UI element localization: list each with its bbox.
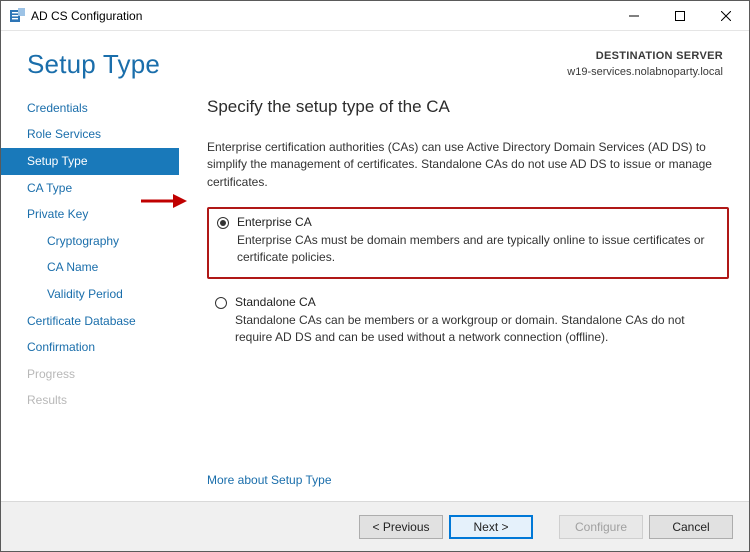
close-button[interactable] (703, 1, 749, 31)
option-label[interactable]: Standalone CA (235, 295, 316, 309)
nav-item-progress: Progress (1, 361, 179, 388)
footer: < Previous Next > Configure Cancel (1, 501, 749, 551)
nav-item-ca-type[interactable]: CA Type (1, 175, 179, 202)
cancel-button[interactable]: Cancel (649, 515, 733, 539)
radio-enterprise-ca[interactable] (217, 217, 229, 229)
destination-server: w19-services.nolabnoparty.local (567, 65, 723, 81)
header: Setup Type DESTINATION SERVER w19-servic… (1, 31, 749, 89)
wizard-window: AD CS Configuration Setup Type DESTINATI… (0, 0, 750, 552)
body: CredentialsRole ServicesSetup TypeCA Typ… (1, 89, 749, 501)
nav-item-setup-type[interactable]: Setup Type (1, 148, 179, 175)
maximize-button[interactable] (657, 1, 703, 31)
nav-item-role-services[interactable]: Role Services (1, 121, 179, 148)
configure-button: Configure (559, 515, 643, 539)
radio-standalone-ca[interactable] (215, 297, 227, 309)
app-icon (9, 8, 25, 24)
option-description: Standalone CAs can be members or a workg… (235, 312, 721, 347)
more-about-link[interactable]: More about Setup Type (207, 473, 332, 487)
option-enterprise-ca: Enterprise CA Enterprise CAs must be doma… (207, 207, 729, 279)
previous-button[interactable]: < Previous (359, 515, 443, 539)
titlebar: AD CS Configuration (1, 1, 749, 31)
nav-item-cryptography[interactable]: Cryptography (1, 228, 179, 255)
content-heading: Specify the setup type of the CA (207, 97, 729, 117)
nav-item-results: Results (1, 387, 179, 414)
window-buttons (611, 1, 749, 31)
content-description: Enterprise certification authorities (CA… (207, 139, 729, 191)
nav-item-private-key[interactable]: Private Key (1, 201, 179, 228)
nav-item-certificate-database[interactable]: Certificate Database (1, 308, 179, 335)
option-standalone-ca: Standalone CA Standalone CAs can be membe… (207, 289, 729, 357)
option-description: Enterprise CAs must be domain members an… (237, 232, 719, 267)
sidebar: CredentialsRole ServicesSetup TypeCA Typ… (1, 89, 179, 501)
destination-label: DESTINATION SERVER (567, 49, 723, 65)
page-title: Setup Type (27, 49, 567, 80)
next-button[interactable]: Next > (449, 515, 533, 539)
nav-item-ca-name[interactable]: CA Name (1, 254, 179, 281)
option-label[interactable]: Enterprise CA (237, 215, 312, 229)
nav-item-confirmation[interactable]: Confirmation (1, 334, 179, 361)
content: Specify the setup type of the CA Enterpr… (179, 89, 749, 501)
nav-item-credentials[interactable]: Credentials (1, 95, 179, 122)
window-title: AD CS Configuration (31, 9, 611, 23)
minimize-button[interactable] (611, 1, 657, 31)
nav-item-validity-period[interactable]: Validity Period (1, 281, 179, 308)
